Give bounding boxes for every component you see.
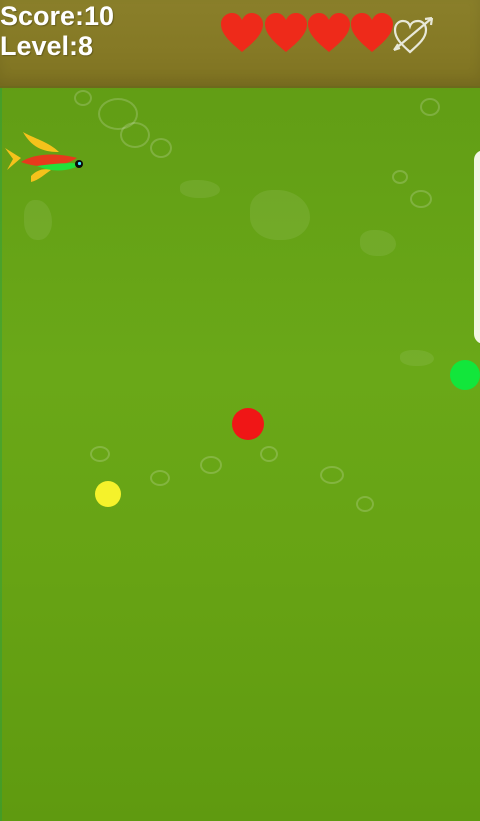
player-fish[interactable]	[3, 132, 87, 186]
bubble-decoration	[320, 466, 344, 484]
bubble-decoration	[150, 470, 170, 486]
bubble-decoration	[74, 90, 92, 106]
green-ball[interactable]	[450, 360, 480, 390]
heart-icon	[308, 13, 350, 52]
score-label: Score:10	[0, 1, 115, 31]
bubble-decoration	[90, 446, 110, 462]
bubble-decoration	[260, 446, 278, 462]
bubble-decoration	[150, 138, 172, 158]
bubble-decoration	[200, 456, 222, 474]
yellow-ball[interactable]	[95, 481, 121, 507]
streak-decoration	[180, 180, 220, 198]
bubble-decoration	[410, 190, 432, 208]
bubble-decoration	[420, 98, 440, 116]
left-edge-line	[0, 86, 2, 821]
heart-arrow-icon	[393, 16, 434, 54]
edge-panel-handle[interactable]	[474, 150, 480, 344]
streak-decoration	[24, 200, 52, 240]
red-ball[interactable]	[232, 408, 264, 440]
streak-decoration	[360, 230, 396, 256]
bubble-decoration	[392, 170, 408, 184]
streak-decoration	[250, 190, 310, 240]
heart-icon	[351, 13, 393, 52]
heart-icon	[221, 13, 263, 52]
bubble-decoration	[120, 122, 150, 148]
bubble-decoration	[356, 496, 374, 512]
hud-bar: Score:10 Level:8	[0, 0, 480, 88]
game-canvas[interactable]: Score:10 Level:8	[0, 0, 480, 821]
level-label: Level:8	[0, 31, 94, 61]
streak-decoration	[400, 350, 434, 366]
heart-icon	[265, 13, 307, 52]
